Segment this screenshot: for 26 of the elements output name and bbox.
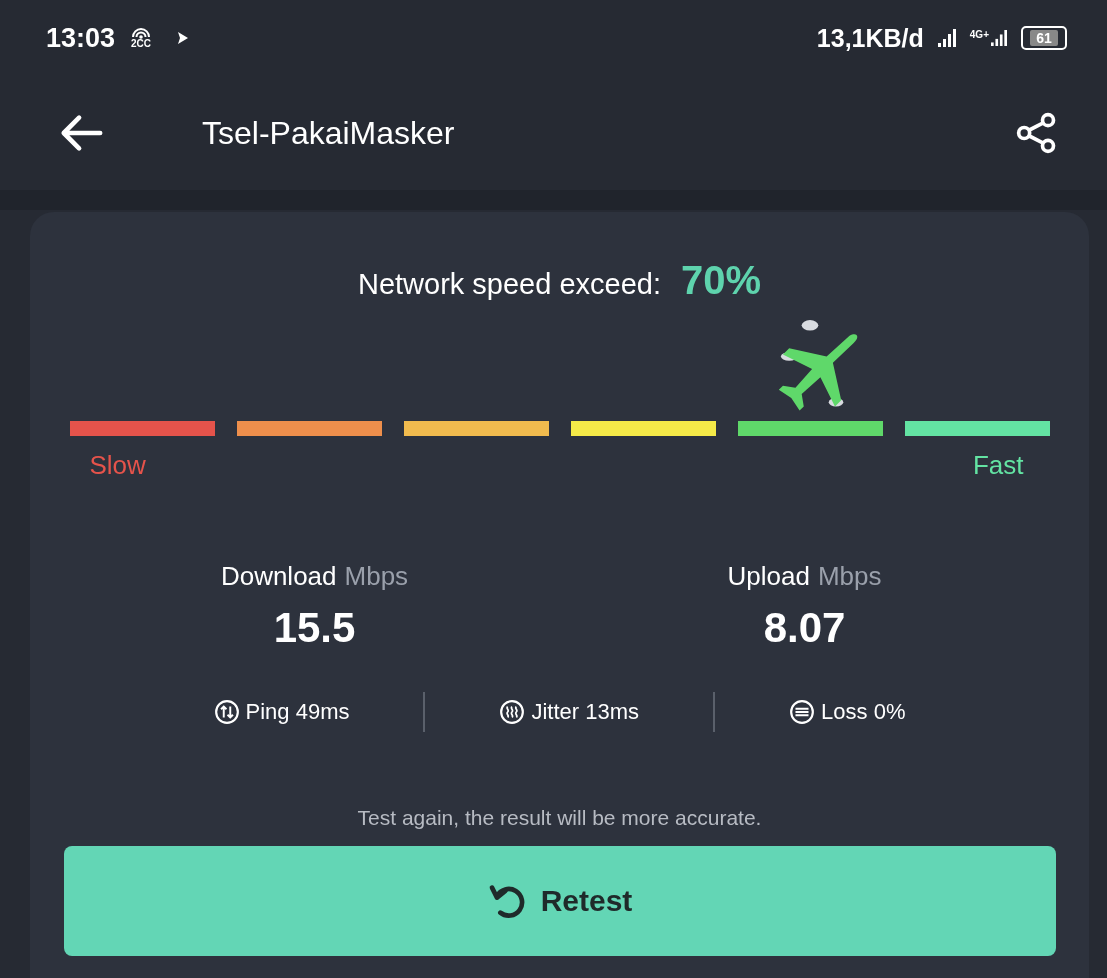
network-type-label: 4G+	[969, 30, 989, 40]
speed-unit: Mbps	[344, 561, 409, 592]
metric-text: Ping 49ms	[245, 699, 350, 725]
hint-text: Test again, the result will be more accurate.	[357, 806, 762, 830]
slow-label: Slow	[89, 450, 146, 481]
wave-icon	[499, 699, 526, 725]
battery-level: 61	[1030, 30, 1058, 46]
speed-label: Download	[220, 561, 337, 592]
fast-label: Fast	[972, 450, 1024, 481]
speed-heading: Network speed exceed:	[357, 268, 661, 301]
speed-label: Upload	[727, 561, 810, 592]
signal-icon	[991, 30, 1007, 46]
ping-icon	[213, 699, 240, 725]
speed-unit: Mbps	[817, 561, 882, 592]
speed-value: 15.5	[273, 604, 356, 652]
data-rate: 13,1KB/d	[816, 23, 924, 53]
metric-text: Loss 0%	[821, 699, 906, 725]
retest-button[interactable]: Retest	[63, 846, 1056, 956]
lines-icon	[789, 699, 816, 725]
signal-icon	[937, 29, 956, 47]
speed-value: 8.07	[763, 604, 846, 652]
metric-text: Jitter 13ms	[531, 699, 640, 725]
clock-time: 13:03	[46, 22, 116, 54]
hotspot-label: 2CC	[131, 39, 152, 49]
page-title: Tsel-PakaiMasker	[202, 114, 456, 152]
speed-percent: 70%	[681, 258, 762, 303]
